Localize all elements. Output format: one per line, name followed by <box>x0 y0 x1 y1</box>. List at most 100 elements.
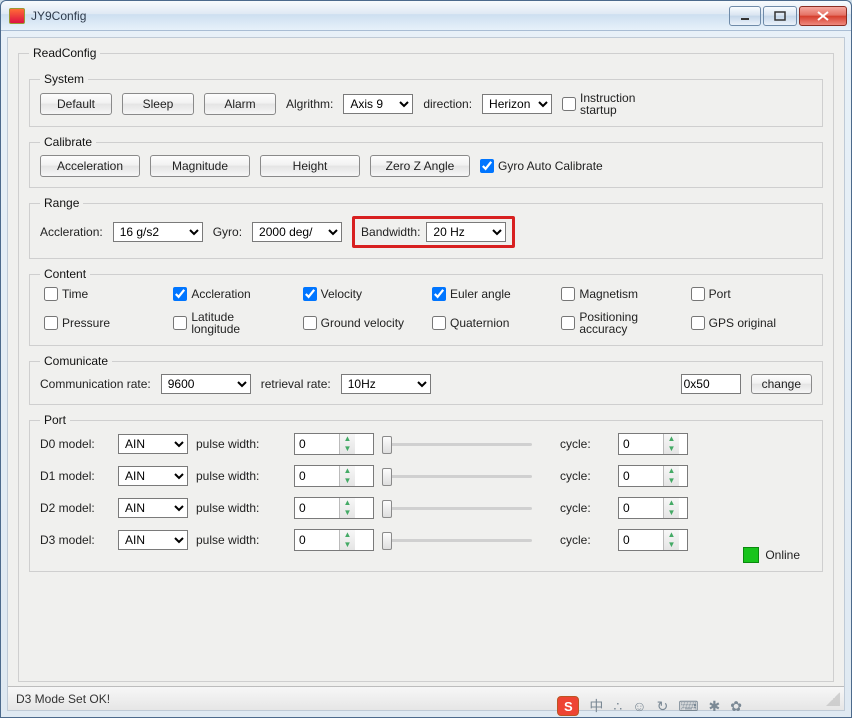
content-checkbox-11[interactable] <box>691 316 705 330</box>
direction-select[interactable]: Herizon <box>482 94 552 114</box>
default-button[interactable]: Default <box>40 93 112 115</box>
port-model-select-1[interactable]: AIN <box>118 466 188 486</box>
content-checkbox-2[interactable] <box>303 287 317 301</box>
content-check-9[interactable]: Quaternion <box>432 311 553 335</box>
tray-glyph-2[interactable]: ☺ <box>632 698 646 714</box>
close-button[interactable] <box>799 6 847 26</box>
pulse-width-spinner-3[interactable]: ▲▼ <box>294 529 374 551</box>
content-checkbox-9[interactable] <box>432 316 446 330</box>
address-input[interactable] <box>681 374 741 394</box>
pulse-width-spinner-2-input[interactable] <box>295 498 339 518</box>
content-check-2[interactable]: Velocity <box>303 287 424 301</box>
gyro-auto-checkbox[interactable] <box>480 159 494 173</box>
cycle-spinner-1[interactable]: ▲▼ <box>618 465 688 487</box>
pulse-width-spinner-3-up[interactable]: ▲ <box>340 530 355 540</box>
accel-cal-button[interactable]: Acceleration <box>40 155 140 177</box>
cycle-spinner-0[interactable]: ▲▼ <box>618 433 688 455</box>
port-slider-2[interactable] <box>382 498 532 518</box>
range-accel-select[interactable]: 16 g/s2 <box>113 222 203 242</box>
minimize-button[interactable] <box>729 6 761 26</box>
content-checkbox-6[interactable] <box>44 316 58 330</box>
instruction-startup-check[interactable]: Instruction startup <box>562 92 660 116</box>
pulse-width-spinner-1-up[interactable]: ▲ <box>340 466 355 476</box>
gyro-auto-check[interactable]: Gyro Auto Calibrate <box>480 159 603 173</box>
content-check-5[interactable]: Port <box>691 287 812 301</box>
port-model-select-3[interactable]: AIN <box>118 530 188 550</box>
instruction-startup-checkbox[interactable] <box>562 97 576 111</box>
content-check-1[interactable]: Accleration <box>173 287 294 301</box>
zero-z-angle-button[interactable]: Zero Z Angle <box>370 155 470 177</box>
bandwidth-select[interactable]: 20 Hz <box>426 222 506 242</box>
pulse-width-spinner-2-down[interactable]: ▼ <box>340 508 355 518</box>
cycle-spinner-2-down[interactable]: ▼ <box>664 508 679 518</box>
content-label-3: Euler angle <box>450 288 511 300</box>
content-checkbox-8[interactable] <box>303 316 317 330</box>
change-button[interactable]: change <box>751 374 812 394</box>
algorithm-select[interactable]: Axis 9 <box>343 94 413 114</box>
pulse-width-spinner-3-down[interactable]: ▼ <box>340 540 355 550</box>
content-checkbox-0[interactable] <box>44 287 58 301</box>
port-slider-1[interactable] <box>382 466 532 486</box>
retrieval-rate-select[interactable]: 10Hz <box>341 374 431 394</box>
tray-glyph-5[interactable]: ✱ <box>709 698 721 715</box>
cycle-spinner-3[interactable]: ▲▼ <box>618 529 688 551</box>
pulse-width-spinner-0-up[interactable]: ▲ <box>340 434 355 444</box>
cycle-spinner-0-input[interactable] <box>619 434 663 454</box>
comm-rate-select[interactable]: 9600 <box>161 374 251 394</box>
resize-grip-icon[interactable] <box>826 692 840 706</box>
port-row-label-2: D2 model: <box>40 501 110 515</box>
content-label-1: Accleration <box>191 288 250 300</box>
tray-glyph-1[interactable]: ∴ <box>613 698 622 715</box>
content-check-6[interactable]: Pressure <box>44 311 165 335</box>
cycle-spinner-2[interactable]: ▲▼ <box>618 497 688 519</box>
cycle-spinner-2-up[interactable]: ▲ <box>664 498 679 508</box>
pulse-width-spinner-1[interactable]: ▲▼ <box>294 465 374 487</box>
pulse-width-spinner-2-up[interactable]: ▲ <box>340 498 355 508</box>
port-model-select-2[interactable]: AIN <box>118 498 188 518</box>
content-checkbox-7[interactable] <box>173 316 187 330</box>
content-check-4[interactable]: Magnetism <box>561 287 682 301</box>
tray-glyph-6[interactable]: ✿ <box>730 698 742 715</box>
cycle-spinner-1-down[interactable]: ▼ <box>664 476 679 486</box>
tray-glyph-0[interactable]: 中 <box>589 696 603 716</box>
content-check-3[interactable]: Euler angle <box>432 287 553 301</box>
content-checkbox-4[interactable] <box>561 287 575 301</box>
pulse-width-spinner-1-input[interactable] <box>295 466 339 486</box>
cycle-spinner-1-input[interactable] <box>619 466 663 486</box>
content-checkbox-10[interactable] <box>561 316 575 330</box>
magnitude-cal-button[interactable]: Magnitude <box>150 155 250 177</box>
content-checkbox-1[interactable] <box>173 287 187 301</box>
content-check-8[interactable]: Ground velocity <box>303 311 424 335</box>
tray-s-icon[interactable]: S <box>557 696 579 716</box>
content-checkbox-3[interactable] <box>432 287 446 301</box>
content-check-0[interactable]: Time <box>44 287 165 301</box>
content-check-10[interactable]: Positioning accuracy <box>561 311 682 335</box>
cycle-spinner-0-down[interactable]: ▼ <box>664 444 679 454</box>
sleep-button[interactable]: Sleep <box>122 93 194 115</box>
cycle-spinner-0-up[interactable]: ▲ <box>664 434 679 444</box>
port-slider-0[interactable] <box>382 434 532 454</box>
content-check-11[interactable]: GPS original <box>691 311 812 335</box>
pulse-width-spinner-0[interactable]: ▲▼ <box>294 433 374 455</box>
pulse-width-spinner-3-input[interactable] <box>295 530 339 550</box>
cycle-spinner-3-input[interactable] <box>619 530 663 550</box>
port-slider-3[interactable] <box>382 530 532 550</box>
tray-glyph-3[interactable]: ↻ <box>657 698 669 715</box>
cycle-spinner-3-down[interactable]: ▼ <box>664 540 679 550</box>
pulse-width-spinner-1-down[interactable]: ▼ <box>340 476 355 486</box>
maximize-button[interactable] <box>763 6 797 26</box>
cycle-spinner-3-up[interactable]: ▲ <box>664 530 679 540</box>
cycle-spinner-2-input[interactable] <box>619 498 663 518</box>
port-row-label-3: D3 model: <box>40 533 110 547</box>
tray-glyph-4[interactable]: ⌨ <box>678 698 698 715</box>
height-cal-button[interactable]: Height <box>260 155 360 177</box>
alarm-button[interactable]: Alarm <box>204 93 276 115</box>
pulse-width-spinner-0-down[interactable]: ▼ <box>340 444 355 454</box>
port-model-select-0[interactable]: AIN <box>118 434 188 454</box>
cycle-spinner-1-up[interactable]: ▲ <box>664 466 679 476</box>
pulse-width-spinner-2[interactable]: ▲▼ <box>294 497 374 519</box>
content-check-7[interactable]: Latitude longitude <box>173 311 294 335</box>
range-gyro-select[interactable]: 2000 deg/ <box>252 222 342 242</box>
content-checkbox-5[interactable] <box>691 287 705 301</box>
pulse-width-spinner-0-input[interactable] <box>295 434 339 454</box>
